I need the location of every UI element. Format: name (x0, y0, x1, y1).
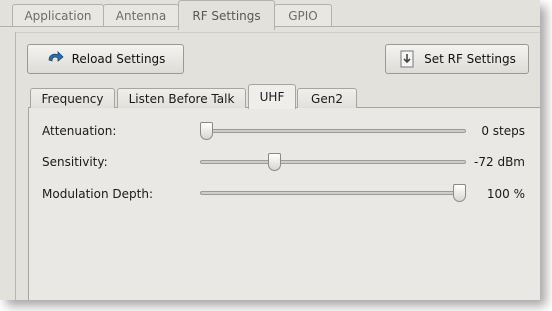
tab-antenna-label: Antenna (115, 8, 167, 23)
set-rf-settings-label: Set RF Settings (424, 52, 516, 66)
reload-settings-button[interactable]: Reload Settings (27, 44, 184, 74)
modulation-depth-slider-track[interactable] (200, 191, 466, 195)
attenuation-slider-handle[interactable] (200, 122, 213, 140)
reload-arrow-icon (46, 50, 64, 68)
sensitivity-value: -72 dBm (474, 155, 525, 169)
sensitivity-slider-track[interactable] (200, 160, 466, 164)
sensitivity-slider-handle[interactable] (268, 153, 282, 171)
outer-tab-bar: Application Antenna RF Settings GPIO (0, 0, 540, 30)
modulation-depth-value: 100 % (486, 187, 525, 201)
tab-frequency[interactable]: Frequency (30, 88, 115, 108)
upload-document-icon (398, 50, 416, 68)
reload-settings-label: Reload Settings (71, 52, 166, 66)
tab-gen2-label: Gen2 (311, 91, 343, 106)
sensitivity-label: Sensitivity: (42, 155, 108, 169)
attenuation-value: 0 steps (481, 124, 525, 138)
tab-application[interactable]: Application (12, 4, 104, 26)
rf-settings-window: Application Antenna RF Settings GPIO Rel… (0, 0, 540, 300)
attenuation-label: Attenuation: (42, 124, 117, 138)
tab-gen2[interactable]: Gen2 (297, 88, 357, 108)
tab-frequency-label: Frequency (41, 91, 104, 106)
tab-application-label: Application (24, 8, 92, 23)
tab-listen-before-talk-label: Listen Before Talk (128, 91, 235, 106)
tab-uhf[interactable]: UHF (248, 84, 296, 109)
attenuation-slider-track[interactable] (200, 129, 466, 133)
tab-uhf-label: UHF (259, 90, 285, 104)
tab-gpio-label: GPIO (288, 8, 318, 23)
tab-antenna[interactable]: Antenna (103, 4, 179, 26)
tab-listen-before-talk[interactable]: Listen Before Talk (117, 88, 246, 108)
tab-gpio[interactable]: GPIO (274, 4, 332, 26)
tab-rf-settings[interactable]: RF Settings (178, 0, 275, 30)
tab-rf-settings-label: RF Settings (192, 8, 261, 23)
modulation-depth-label: Modulation Depth: (42, 187, 153, 201)
set-rf-settings-button[interactable]: Set RF Settings (385, 44, 529, 74)
